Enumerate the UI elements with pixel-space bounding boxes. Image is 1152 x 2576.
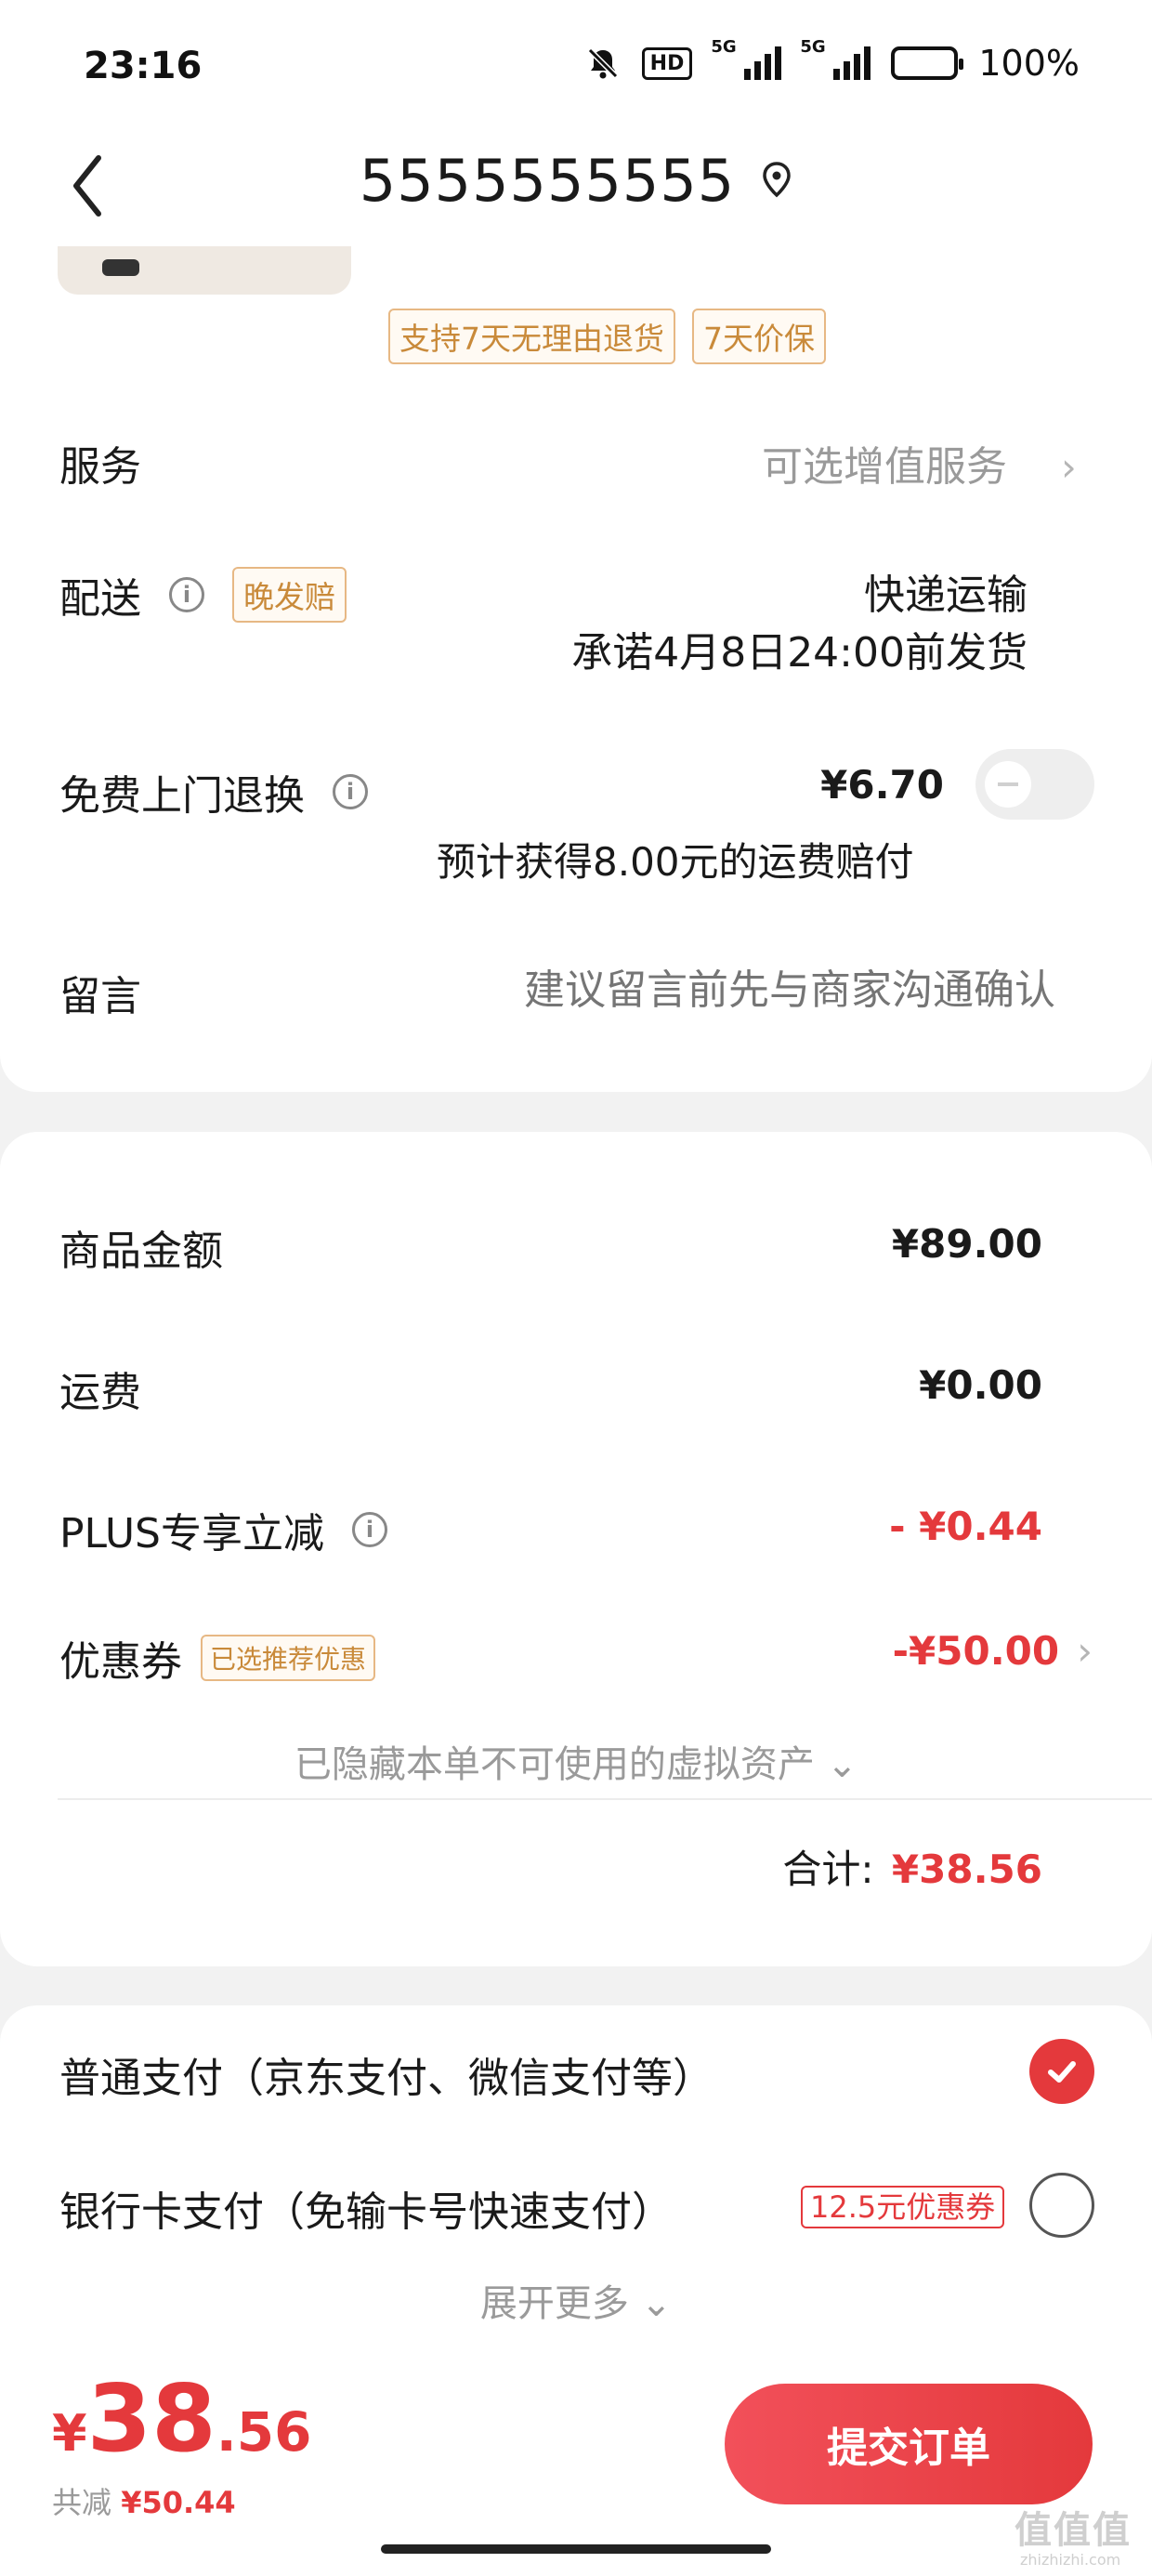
shipping-value: ¥0.00 (919, 1362, 1042, 1408)
network-type-label: 5G (800, 37, 826, 57)
chevron-down-icon: ⌄ (640, 2282, 673, 2325)
hd-icon: HD (641, 46, 693, 80)
toggle-knob (985, 761, 1031, 808)
total-decimal: .56 (216, 2400, 312, 2464)
saved-value: ¥50.44 (121, 2485, 236, 2520)
info-icon[interactable]: i (333, 774, 368, 809)
product-tags: 支持7天无理由退货 7天价保 (388, 309, 826, 364)
battery-level: 100% (978, 43, 1080, 84)
coupon-value-group[interactable]: -¥50.00 › (743, 1628, 1093, 1674)
service-value[interactable]: 可选增值服务 › (762, 433, 1077, 493)
bank-coupon-badge-wrap: 12.5元优惠券 (801, 2184, 1005, 2228)
chevron-down-icon: ⌄ (826, 1743, 858, 1786)
service-value-text: 可选增值服务 (762, 443, 1007, 491)
saved-row: 共减 ¥50.44 (52, 2479, 236, 2522)
hidden-assets-text: 已隐藏本单不可使用的虚拟资产 (294, 1743, 815, 1786)
plus-label-group: PLUS专享立减 i (59, 1500, 387, 1559)
plus-discount-label: PLUS专享立减 (59, 1510, 324, 1557)
info-icon[interactable]: i (352, 1512, 387, 1547)
thumbnail-detail (102, 259, 139, 276)
signal-icon: 5G (800, 37, 871, 80)
submit-order-button[interactable]: 提交订单 (725, 2384, 1093, 2504)
divider (58, 1798, 1152, 1800)
signal-icon: 5G (711, 37, 782, 80)
tag-price-protect: 7天价保 (692, 309, 826, 364)
return-price: ¥6.70 (820, 762, 944, 808)
expand-more-text: 展开更多 (479, 2282, 629, 2325)
saved-label: 共减 (52, 2485, 112, 2520)
info-icon[interactable]: i (169, 577, 204, 612)
product-thumbnail[interactable] (58, 246, 351, 295)
delivery-label: 配送 (59, 575, 141, 623)
delivery-method: 快递运输 (864, 572, 1028, 619)
currency-symbol: ¥ (52, 2404, 87, 2463)
battery-icon (891, 46, 964, 80)
home-indicator[interactable] (381, 2544, 771, 2554)
return-label-group: 免费上门退换 i (59, 762, 368, 821)
chevron-right-icon: › (1061, 444, 1077, 490)
status-time: 23:16 (84, 45, 203, 87)
return-label: 免费上门退换 (59, 772, 305, 820)
message-input[interactable] (483, 957, 1055, 1022)
delivery-info[interactable]: 快递运输 承诺4月8日24:00前发货 (557, 567, 1028, 682)
return-note: 预计获得8.00元的运费赔付 (437, 839, 914, 885)
hidden-assets-toggle[interactable]: 已隐藏本单不可使用的虚拟资产 ⌄ (0, 1734, 1152, 1788)
payment-option-bank[interactable]: 银行卡支付（免输卡号快速支付） (59, 2178, 673, 2238)
total-integer: 38 (86, 2364, 216, 2473)
location-icon[interactable] (761, 161, 792, 202)
service-label: 服务 (59, 443, 141, 491)
message-label: 留言 (59, 973, 141, 1020)
goods-amount-label: 商品金额 (59, 1228, 223, 1275)
coupon-label: 优惠券 (59, 1638, 182, 1686)
watermark-url: zhizhizhi.com (1020, 2551, 1121, 2569)
expand-more[interactable]: 展开更多 ⌄ (0, 2273, 1152, 2327)
chevron-right-icon: › (1077, 1628, 1093, 1674)
goods-amount-value: ¥89.00 (891, 1221, 1042, 1267)
coupon-value: -¥50.00 (892, 1628, 1060, 1674)
tag-return: 支持7天无理由退货 (388, 309, 675, 364)
delivery-label-group: 配送 i 晚发赔 (59, 565, 347, 624)
coupon-badge: 已选推荐优惠 (201, 1635, 376, 1681)
page-title: 5555555555 (359, 147, 736, 215)
header-title-wrap: 5555555555 (0, 147, 1152, 215)
bell-off-icon (584, 45, 622, 82)
plus-discount-value: - ¥0.44 (889, 1504, 1042, 1549)
coupon-label-group: 优惠券 已选推荐优惠 (59, 1628, 376, 1688)
return-toggle[interactable] (975, 749, 1094, 820)
check-icon[interactable] (1029, 2039, 1094, 2104)
delivery-promise: 承诺4月8日24:00前发货 (571, 629, 1028, 677)
total-row: 合计: ¥38.56 (576, 1838, 1042, 1895)
late-delivery-badge: 晚发赔 (232, 567, 347, 623)
total-label: 合计: (782, 1847, 874, 1892)
network-type-label: 5G (711, 37, 737, 57)
status-icons: HD 5G 5G 100% (584, 37, 1080, 84)
bottom-total: ¥ 38 .56 (52, 2368, 312, 2470)
shipping-label: 运费 (59, 1369, 141, 1416)
watermark: 值值值 (1015, 2509, 1132, 2552)
bank-coupon-badge: 12.5元优惠券 (801, 2186, 1005, 2228)
radio-icon[interactable] (1029, 2173, 1094, 2238)
payment-option-normal[interactable]: 普通支付（京东支付、微信支付等） (59, 2044, 713, 2104)
total-value: ¥38.56 (891, 1847, 1042, 1892)
